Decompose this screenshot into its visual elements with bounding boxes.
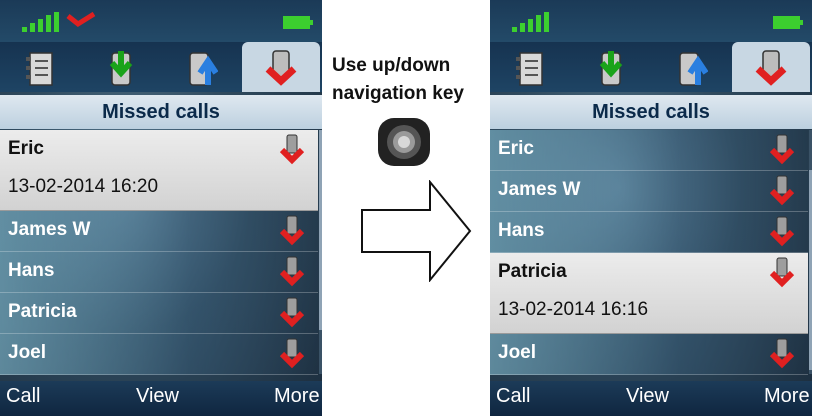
missed-call-icon	[770, 257, 794, 288]
missed-call-icon	[770, 134, 794, 165]
missed-call-icon	[770, 175, 794, 206]
call-softkey[interactable]: Call	[496, 385, 530, 408]
list-item[interactable]: Hans	[490, 212, 808, 253]
status-bar	[0, 0, 322, 42]
list-item-selected[interactable]: Eric 13-02-2014 16:20	[0, 130, 318, 211]
tab-phonebook[interactable]	[2, 42, 80, 92]
missed-call-icon	[280, 215, 304, 246]
missed-calls-icon	[755, 50, 787, 86]
scrollbar-thumb[interactable]	[809, 170, 812, 370]
contact-name: Joel	[498, 342, 537, 363]
tab-missed-calls[interactable]	[242, 42, 320, 92]
dialed-calls-icon	[679, 52, 708, 86]
instruction-line-2: navigation key	[332, 83, 464, 104]
tab-missed-calls[interactable]	[732, 42, 810, 92]
tab-phonebook[interactable]	[492, 42, 570, 92]
missed-calls-list: Eric James W Hans Patricia 13-02-2014 16…	[490, 130, 808, 375]
phonebook-icon	[26, 52, 53, 86]
missed-calls-list: Eric 13-02-2014 16:20 James W Hans Patri…	[0, 130, 318, 375]
call-softkey[interactable]: Call	[6, 385, 40, 408]
list-item[interactable]: Patricia	[0, 293, 318, 334]
missed-call-icon	[280, 297, 304, 328]
received-calls-icon	[109, 51, 133, 86]
contact-name: Joel	[8, 342, 47, 363]
phone-screen-after: Missed calls Eric James W Hans Patricia	[490, 0, 812, 416]
softkey-bar: Call View More	[0, 381, 322, 416]
view-softkey[interactable]: View	[626, 385, 669, 408]
call-datetime: 13-02-2014 16:20	[8, 176, 159, 197]
more-softkey[interactable]: More	[274, 385, 320, 408]
tab-received-calls[interactable]	[572, 42, 650, 92]
scrollbar[interactable]	[319, 130, 322, 374]
missed-call-icon	[280, 134, 304, 165]
contact-name: James W	[498, 179, 581, 200]
page-title: Missed calls	[490, 95, 812, 129]
instruction-text: Use up/down navigation key	[332, 52, 497, 108]
call-list-tabs	[490, 42, 812, 92]
list-item[interactable]: Joel	[490, 334, 808, 375]
list-item[interactable]: James W	[0, 211, 318, 252]
status-bar	[490, 0, 812, 42]
contact-name: James W	[8, 219, 91, 240]
missed-call-icon	[280, 338, 304, 369]
more-softkey[interactable]: More	[764, 385, 810, 408]
contact-name: Hans	[498, 220, 545, 241]
tab-dialed-calls[interactable]	[162, 42, 240, 92]
contact-name: Hans	[8, 260, 55, 281]
missed-calls-icon	[265, 50, 297, 86]
signal-strength-icon	[22, 12, 59, 32]
missed-call-icon	[770, 216, 794, 247]
call-list-tabs	[0, 42, 322, 92]
softkey-bar: Call View More	[490, 381, 812, 416]
instruction-line-1: Use up/down	[332, 55, 451, 76]
list-item[interactable]: Eric	[490, 130, 808, 171]
dialed-calls-icon	[189, 52, 218, 86]
received-calls-icon	[599, 51, 623, 86]
page-title: Missed calls	[0, 95, 322, 129]
phonebook-icon	[516, 52, 543, 86]
battery-icon	[283, 16, 313, 29]
right-arrow-icon	[361, 180, 472, 282]
navigation-key-icon	[378, 118, 430, 166]
phone-screen-before: Missed calls Eric 13-02-2014 16:20 James…	[0, 0, 322, 416]
battery-icon	[773, 16, 803, 29]
missed-call-icon	[770, 338, 794, 369]
contact-name: Eric	[8, 138, 44, 159]
view-softkey[interactable]: View	[136, 385, 179, 408]
call-datetime: 13-02-2014 16:16	[498, 299, 649, 320]
signal-strength-icon	[512, 12, 549, 32]
contact-name: Eric	[498, 138, 534, 159]
missed-call-indicator-icon	[66, 11, 96, 28]
missed-call-icon	[280, 256, 304, 287]
list-item-selected[interactable]: Patricia 13-02-2014 16:16	[490, 253, 808, 334]
contact-name: Patricia	[498, 261, 567, 282]
tab-dialed-calls[interactable]	[652, 42, 730, 92]
scrollbar-thumb[interactable]	[319, 130, 322, 330]
list-item[interactable]: James W	[490, 171, 808, 212]
list-item[interactable]: Hans	[0, 252, 318, 293]
list-item[interactable]: Joel	[0, 334, 318, 375]
contact-name: Patricia	[8, 301, 77, 322]
tab-received-calls[interactable]	[82, 42, 160, 92]
scrollbar[interactable]	[809, 130, 812, 374]
